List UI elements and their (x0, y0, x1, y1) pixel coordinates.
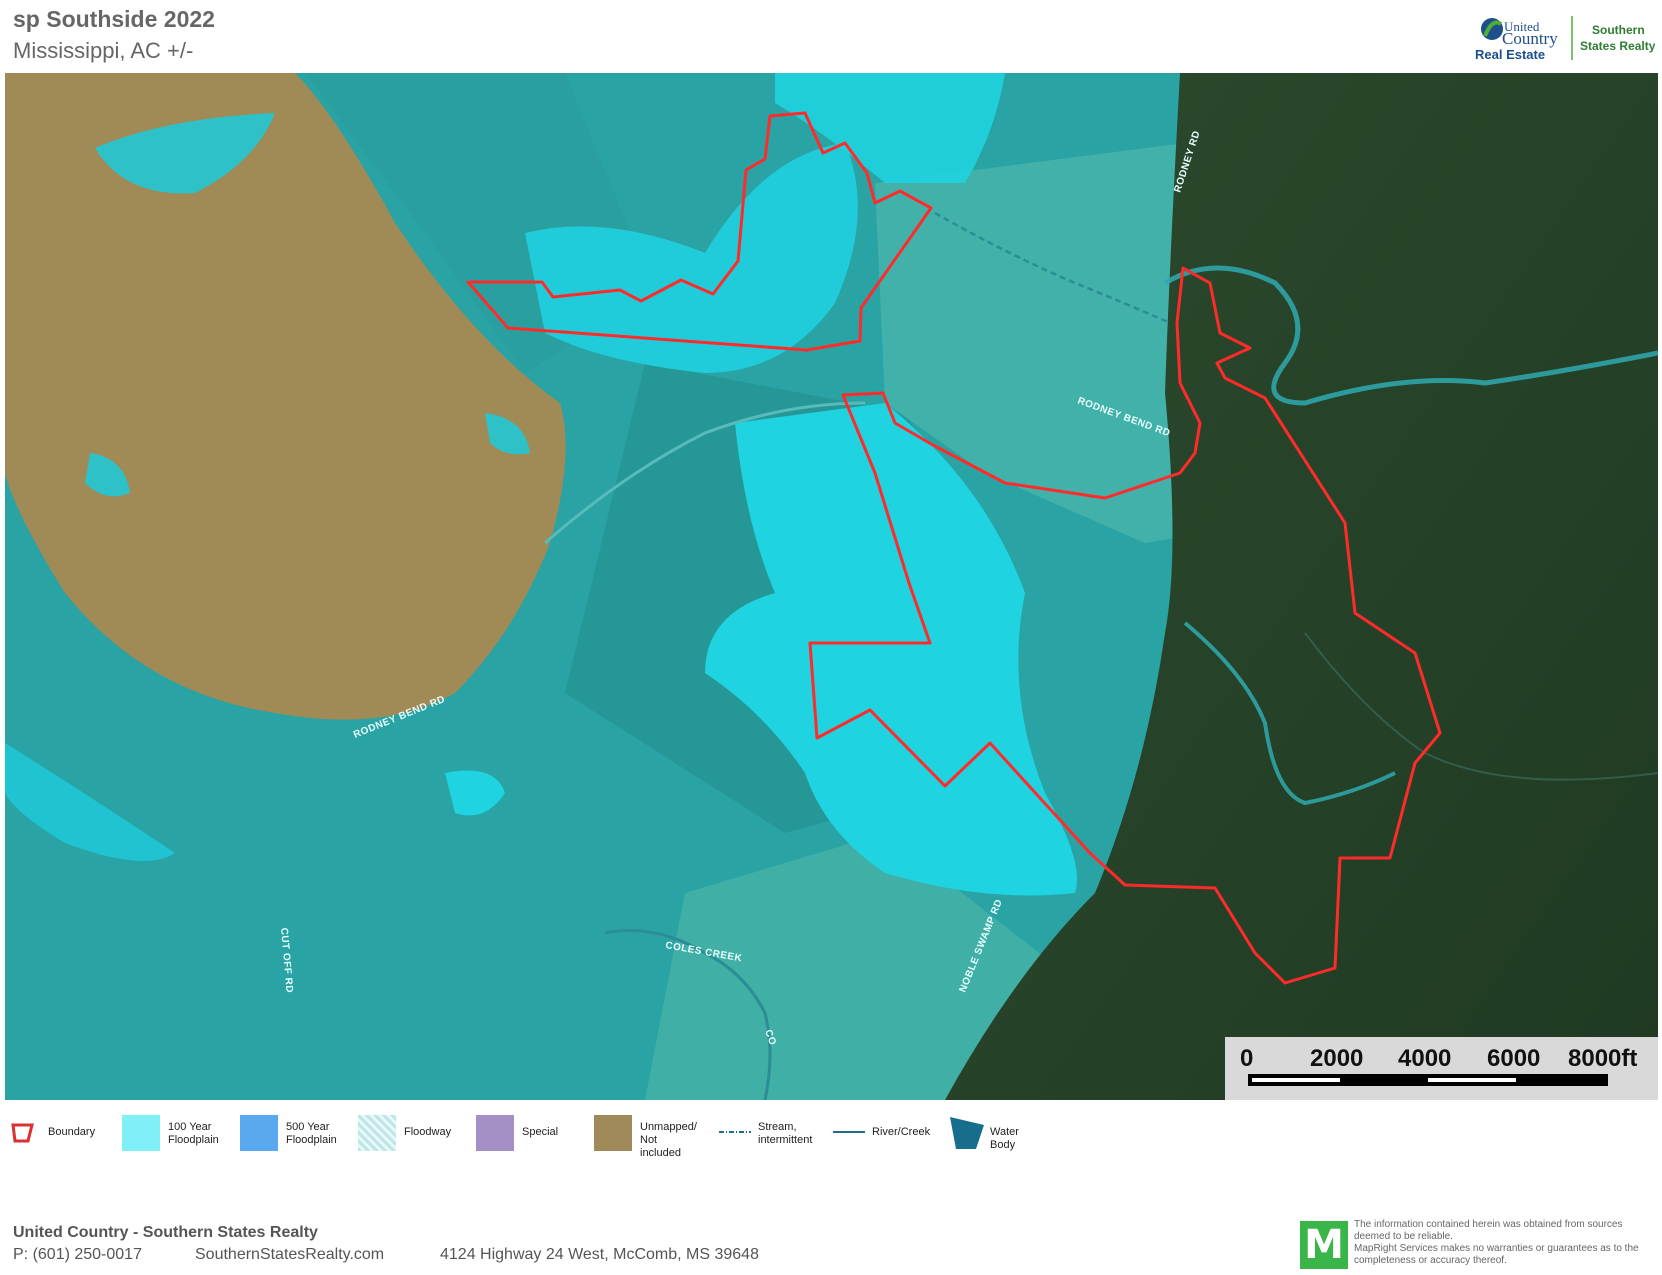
floodplain-map[interactable]: RODNEY RD RODNEY BEND RD RODNEY BEND RD … (5, 73, 1658, 1100)
legend-label-floodway: Floodway (404, 1126, 452, 1138)
legend-label-stream-intermittent: Stream, intermittent (758, 1121, 813, 1146)
map-subtitle: Mississippi, AC +/- (13, 38, 194, 63)
scale-label-0: 0 (1240, 1045, 1254, 1072)
scale-label-6000: 6000 (1487, 1045, 1541, 1072)
scale-label-2000: 2000 (1310, 1045, 1364, 1072)
footer-company: United Country - Southern States Realty (13, 1224, 318, 1241)
floodplain-500-swatch (240, 1115, 278, 1151)
floodway-swatch (358, 1115, 396, 1151)
legend-label-special: Special (522, 1126, 559, 1138)
legend: Boundary 100 Year Floodplain 500 Year Fl… (10, 1112, 1650, 1159)
boundary-icon (11, 1123, 34, 1143)
stream-intermittent-icon (719, 1131, 751, 1133)
brokerage-logo: United Country Real Estate Southern Stat… (1470, 14, 1656, 62)
scale-label-4000: 4000 (1398, 1045, 1452, 1072)
footer-disclaimer: The information contained herein was obt… (1354, 1219, 1639, 1266)
logo-partner-1: Southern (1592, 23, 1645, 37)
footer-address: 4124 Highway 24 West, McComb, MS 39648 (440, 1246, 759, 1263)
legend-label-water-body: Water Body (990, 1126, 1019, 1151)
legend-label-floodplain-100: 100 Year Floodplain (168, 1121, 219, 1146)
legend-label-river-creek: River/Creek (872, 1126, 931, 1138)
special-swatch (476, 1115, 514, 1151)
river-creek-icon (833, 1131, 865, 1133)
unmapped-swatch (594, 1115, 632, 1151)
scale-bar (1248, 1074, 1608, 1086)
logo-brand-2: Country (1502, 29, 1558, 48)
scale-label-8000ft: 8000ft (1568, 1045, 1638, 1072)
map-title: sp Southside 2022 (13, 6, 215, 32)
mapright-logo: M (1300, 1221, 1348, 1269)
footer-website[interactable]: SouthernStatesRealty.com (195, 1246, 384, 1264)
water-body-icon (950, 1117, 984, 1149)
legend-label-unmapped: Unmapped/ Not included (640, 1121, 697, 1159)
logo-brand-3: Real Estate (1475, 47, 1545, 62)
floodplain-100-swatch (122, 1115, 160, 1151)
legend-label-boundary: Boundary (48, 1126, 96, 1138)
legend-label-floodplain-500: 500 Year Floodplain (286, 1121, 337, 1146)
footer-phone: P: (601) 250-0017 (13, 1246, 142, 1263)
logo-partner-2: States Realty (1580, 39, 1655, 53)
